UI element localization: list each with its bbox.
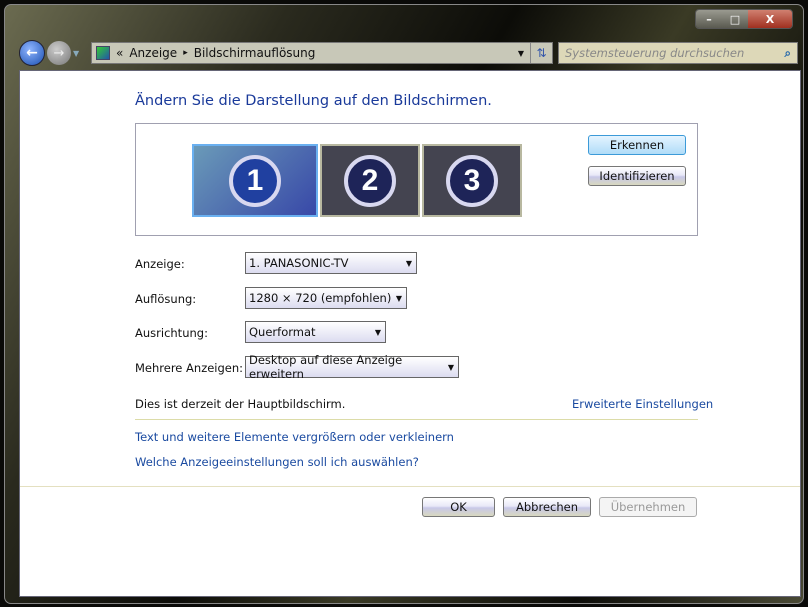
display-label: Anzeige: [135,257,185,271]
multiple-displays-label: Mehrere Anzeigen: [135,361,244,375]
breadcrumb-overflow[interactable]: « [116,46,123,60]
identify-button[interactable]: Identifizieren [588,166,686,186]
control-panel-icon [96,46,110,60]
resolution-value: 1280 × 720 (empfohlen) [249,291,392,305]
close-button[interactable]: X [748,10,792,28]
page-title: Ändern Sie die Darstellung auf den Bilds… [135,93,492,109]
monitor-1[interactable]: 1 [192,144,318,217]
address-bar[interactable]: « Anzeige ▸ Bildschirmauflösung ▼ ⇅ [91,42,553,64]
divider [135,419,698,420]
chevron-down-icon: ▼ [374,327,381,337]
resolution-label: Auflösung: [135,292,197,306]
monitor-number: 2 [344,154,396,207]
orientation-select[interactable]: Querformat ▼ [245,321,386,343]
orientation-label: Ausrichtung: [135,326,208,340]
apply-button[interactable]: Übernehmen [599,497,697,517]
resize-text-link[interactable]: Text und weitere Elemente vergrößern ode… [135,430,454,444]
address-dropdown-icon[interactable]: ▼ [512,49,530,58]
display-value: 1. PANASONIC-TV [249,256,349,270]
content-pane: Ändern Sie die Darstellung auf den Bilds… [19,70,801,597]
history-dropdown-icon[interactable]: ▼ [73,49,79,58]
arrow-right-icon: → [53,45,65,61]
breadcrumb-separator-icon[interactable]: ▸ [183,48,188,58]
main-display-text: Dies ist derzeit der Hauptbildschirm. [135,397,346,411]
search-icon[interactable]: ⌕ [785,46,791,61]
monitor-number: 3 [446,154,498,207]
monitor-3[interactable]: 3 [422,144,522,217]
footer-divider [20,486,800,487]
navigation: ← → ▼ [19,40,79,66]
search-placeholder: Systemsteuerung durchsuchen [565,46,745,60]
search-input[interactable]: Systemsteuerung durchsuchen ⌕ [558,42,798,64]
resolution-select[interactable]: 1280 × 720 (empfohlen) ▼ [245,287,407,309]
chevron-down-icon: ▼ [447,362,454,372]
chevron-down-icon: ▼ [395,293,402,303]
window-frame: – □ X ← → ▼ « Anzeige ▸ Bildschirmauflös… [4,4,804,604]
back-button[interactable]: ← [19,40,45,66]
arrow-left-icon: ← [26,45,38,61]
multiple-displays-value: Desktop auf diese Anzeige erweitern [249,353,403,381]
breadcrumb-resolution[interactable]: Bildschirmauflösung [194,46,316,60]
minimize-button[interactable]: – [696,10,722,28]
monitor-number: 1 [229,154,281,207]
cancel-button[interactable]: Abbrechen [503,497,591,517]
refresh-button[interactable]: ⇅ [530,43,552,63]
chevron-down-icon: ▼ [405,258,412,268]
breadcrumb-anzeige[interactable]: Anzeige [129,46,177,60]
monitor-2[interactable]: 2 [320,144,420,217]
window-controls: – □ X [695,9,793,29]
advanced-settings-link[interactable]: Erweiterte Einstellungen [572,397,713,411]
detect-button[interactable]: Erkennen [588,135,686,155]
display-select[interactable]: 1. PANASONIC-TV ▼ [245,252,417,274]
multiple-displays-select[interactable]: Desktop auf diese Anzeige erweitern ▼ [245,353,459,381]
monitor-layout: 1 2 3 Erkennen Identifizieren [135,123,698,236]
ok-button[interactable]: OK [422,497,495,517]
forward-button[interactable]: → [47,41,71,65]
display-help-link[interactable]: Welche Anzeigeeinstellungen soll ich aus… [135,455,419,469]
orientation-value: Querformat [249,325,316,339]
maximize-button[interactable]: □ [722,10,748,28]
